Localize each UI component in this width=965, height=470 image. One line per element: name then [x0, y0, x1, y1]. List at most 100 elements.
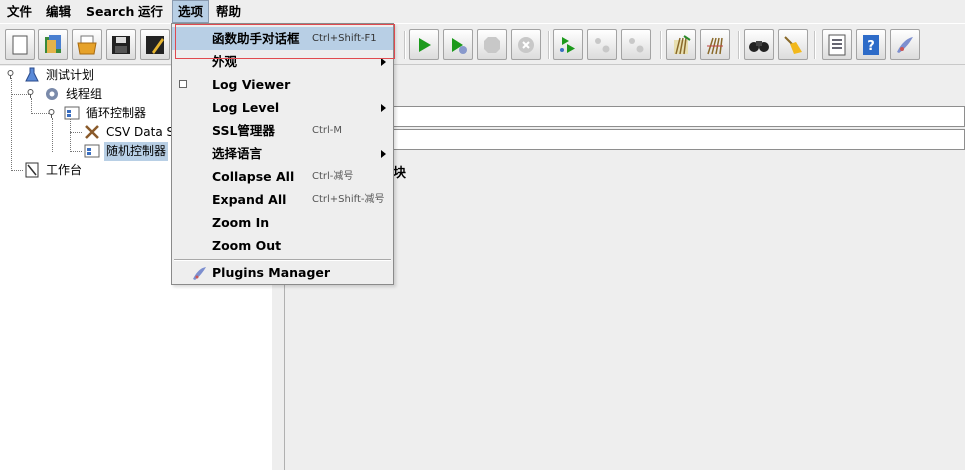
toolbar-separator: [548, 31, 550, 59]
plugins-feather-icon: [193, 267, 206, 280]
broom-all-icon: [707, 37, 723, 54]
menu-item-expand-all[interactable]: Expand All Ctrl+Shift-减号: [172, 188, 393, 211]
menu-run[interactable]: 运行: [133, 0, 168, 23]
menu-search[interactable]: Search: [81, 0, 139, 23]
reset-search-button[interactable]: [778, 29, 808, 60]
tree-line: [70, 151, 82, 152]
toolbar-separator: [738, 31, 740, 59]
toolbar-separator: [404, 31, 406, 59]
options-menu-dropdown: 函数助手对话框 Ctrl+Shift-F1 外观 Log Viewer Log …: [171, 23, 394, 285]
new-file-icon: [12, 35, 28, 54]
submenu-arrow-icon: [381, 150, 386, 158]
clear-all-button[interactable]: [700, 29, 730, 60]
tree-node-label: 工作台: [46, 163, 83, 177]
menu-item-shortcut: Ctrl-减号: [312, 171, 354, 182]
menu-help[interactable]: 帮助: [211, 0, 246, 23]
menu-item-label: 选择语言: [212, 146, 263, 161]
flask-icon: [25, 67, 39, 82]
toolbar-separator: [660, 31, 662, 59]
open-folder-icon: [77, 35, 97, 54]
plugins-feather-icon: [897, 36, 913, 53]
search-button[interactable]: [744, 29, 774, 60]
play-no-pause-icon: [452, 37, 467, 54]
plugins-manager-button[interactable]: [890, 29, 920, 60]
tree-node-label: 随机控制器: [104, 142, 169, 161]
menu-item-label: Collapse All: [212, 169, 295, 184]
menu-item-collapse-all[interactable]: Collapse All Ctrl-减号: [172, 165, 393, 188]
floppy-save-icon: [112, 35, 130, 54]
play-icon: [419, 37, 431, 52]
menu-item-log-viewer[interactable]: Log Viewer: [172, 73, 393, 96]
tree-line: [70, 132, 82, 133]
remote-stop-icon: [595, 37, 610, 52]
menu-item-label: Zoom In: [212, 215, 270, 230]
menu-options[interactable]: 选项: [172, 0, 210, 23]
tree-line: [11, 170, 23, 171]
menu-item-log-level[interactable]: Log Level: [172, 96, 393, 119]
tree-collapse-handle[interactable]: [47, 109, 56, 118]
menu-bar: 文件 编辑 Search 运行 选项 帮助: [0, 0, 965, 23]
tree-node-label: CSV Data S: [106, 125, 175, 139]
checkbox-icon[interactable]: [179, 80, 187, 88]
menu-item-ssl-manager[interactable]: SSL管理器 Ctrl-M: [172, 119, 393, 142]
templates-button[interactable]: [38, 29, 68, 60]
save-button[interactable]: [106, 29, 136, 60]
controller-icon: [84, 144, 100, 158]
section-title: 块: [393, 166, 407, 181]
menu-item-label: Log Viewer: [212, 77, 291, 92]
remote-shutdown-icon: [629, 37, 644, 52]
save-as-icon: [146, 35, 164, 54]
menu-item-plugins-manager[interactable]: Plugins Manager: [172, 261, 393, 284]
remote-start-icon: [560, 36, 575, 53]
start-no-pauses-button[interactable]: [443, 29, 473, 60]
tree-line: [52, 118, 53, 152]
tree-collapse-handle[interactable]: [6, 70, 15, 79]
menu-item-label: SSL管理器: [212, 123, 275, 138]
menu-item-shortcut: Ctrl+Shift-减号: [312, 194, 385, 205]
start-button[interactable]: [409, 29, 439, 60]
stop-icon: [484, 36, 500, 53]
tree-node-label: 循环控制器: [86, 106, 147, 120]
menu-item-label: Zoom Out: [212, 238, 282, 253]
menu-item-shortcut: Ctrl-M: [312, 125, 343, 136]
save-as-button[interactable]: [140, 29, 170, 60]
comments-field[interactable]: [375, 129, 965, 150]
function-helper-button[interactable]: [822, 29, 852, 60]
menu-edit[interactable]: 编辑: [41, 0, 76, 23]
toolbar: ?: [0, 23, 965, 65]
menu-item-zoom-in[interactable]: Zoom In: [172, 211, 393, 234]
templates-icon: [45, 34, 61, 53]
toolbar-separator: [814, 31, 816, 59]
menu-item-zoom-out[interactable]: Zoom Out: [172, 234, 393, 257]
remote-start-all-button[interactable]: [553, 29, 583, 60]
submenu-arrow-icon: [381, 104, 386, 112]
broom-icon: [674, 34, 691, 54]
annotation-highlight-box: [175, 24, 395, 59]
tree-collapse-handle[interactable]: [26, 89, 35, 98]
binoculars-icon: [749, 40, 769, 52]
menu-item-label: Plugins Manager: [212, 265, 331, 280]
stop-button[interactable]: [477, 29, 507, 60]
reset-search-broom-icon: [784, 35, 802, 54]
tools-icon: [85, 125, 99, 139]
tree-line: [11, 78, 12, 171]
workbench-icon: [25, 162, 39, 178]
tree-line: [31, 98, 32, 114]
controller-icon: [64, 106, 80, 120]
tree-line: [70, 118, 71, 152]
name-field[interactable]: 器: [375, 106, 965, 127]
menu-item-label: Log Level: [212, 100, 280, 115]
help-question-icon: ?: [863, 34, 879, 55]
clear-button[interactable]: [666, 29, 696, 60]
tree-node-label: 测试计划: [46, 68, 95, 82]
remote-shutdown-all-button[interactable]: [621, 29, 651, 60]
open-button[interactable]: [72, 29, 102, 60]
help-button[interactable]: ?: [856, 29, 886, 60]
new-button[interactable]: [5, 29, 35, 60]
shutdown-button[interactable]: [511, 29, 541, 60]
tree-node-label: 线程组: [66, 87, 103, 101]
menu-item-choose-language[interactable]: 选择语言: [172, 142, 393, 165]
menu-item-label: Expand All: [212, 192, 287, 207]
menu-file[interactable]: 文件: [2, 0, 37, 23]
remote-stop-all-button[interactable]: [587, 29, 617, 60]
